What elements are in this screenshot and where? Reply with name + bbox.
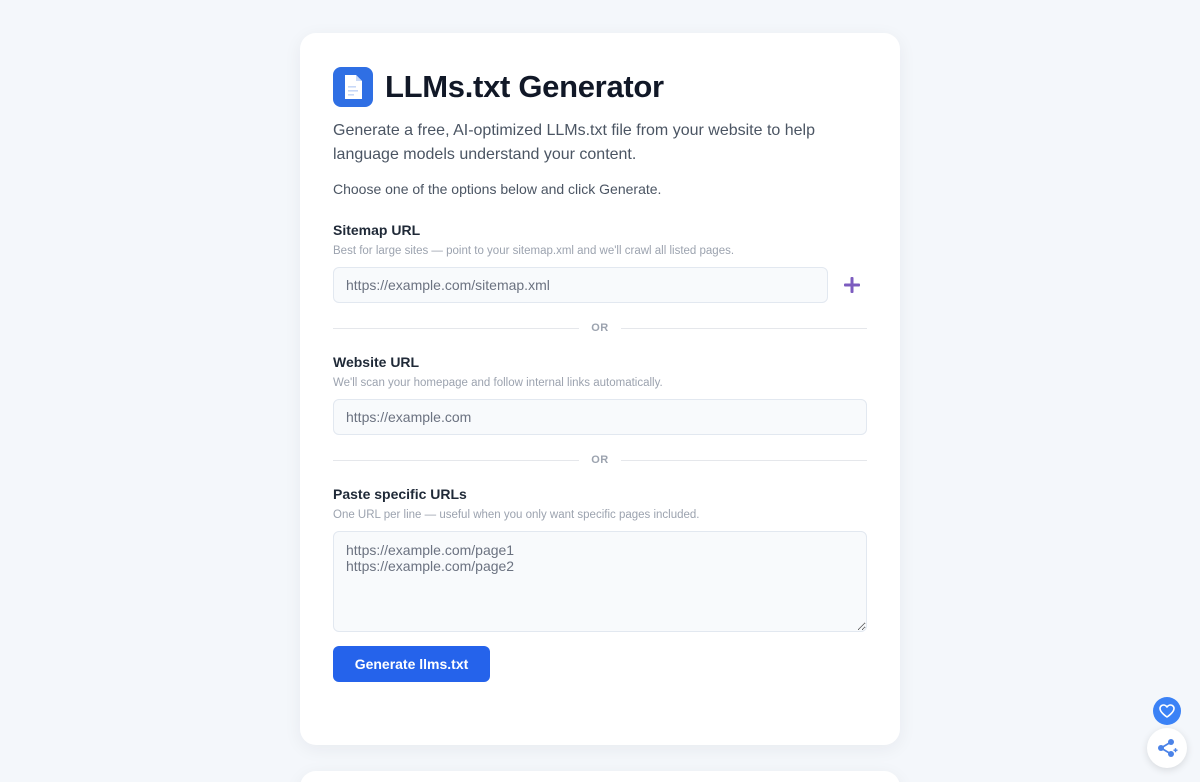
website-url-input[interactable] bbox=[333, 399, 867, 435]
or-label: OR bbox=[591, 454, 609, 466]
generator-card: LLMs.txt Generator Generate a free, AI-o… bbox=[300, 33, 900, 745]
plus-icon bbox=[844, 277, 860, 293]
favorite-button[interactable] bbox=[1153, 697, 1181, 725]
divider-line bbox=[620, 459, 867, 461]
generate-button[interactable]: Generate llms.txt bbox=[333, 646, 490, 682]
urls-textarea[interactable] bbox=[333, 531, 867, 632]
website-label: Website URL bbox=[333, 354, 420, 370]
share-button[interactable] bbox=[1147, 728, 1187, 768]
sitemap-help: Best for large sites — point to your sit… bbox=[333, 245, 735, 257]
divider-line bbox=[333, 459, 580, 461]
website-help: We'll scan your homepage and follow inte… bbox=[333, 377, 663, 389]
sitemap-label: Sitemap URL bbox=[333, 222, 421, 238]
divider-line bbox=[333, 327, 580, 329]
page-title: LLMs.txt Generator bbox=[385, 69, 664, 104]
or-label: OR bbox=[591, 322, 609, 334]
share-icon bbox=[1158, 739, 1178, 757]
sitemap-row bbox=[333, 267, 867, 303]
instructions-text: Choose one of the options below and clic… bbox=[333, 181, 662, 197]
or-divider: OR bbox=[333, 454, 867, 466]
sitemap-section: Sitemap URL Best for large sites — point… bbox=[333, 221, 867, 303]
sitemap-url-input[interactable] bbox=[333, 267, 828, 303]
add-sitemap-button[interactable] bbox=[837, 270, 867, 300]
urls-help: One URL per line — useful when you only … bbox=[333, 509, 700, 521]
divider-line bbox=[620, 327, 867, 329]
urls-label: Paste specific URLs bbox=[333, 486, 467, 502]
website-section: Website URL We'll scan your homepage and… bbox=[333, 353, 867, 435]
document-icon bbox=[333, 67, 373, 107]
heart-icon bbox=[1159, 704, 1175, 718]
urls-section: Paste specific URLs One URL per line — u… bbox=[333, 485, 867, 632]
secondary-card bbox=[300, 771, 900, 782]
or-divider: OR bbox=[333, 322, 867, 334]
intro-text: Generate a free, AI-optimized LLMs.txt f… bbox=[333, 122, 815, 163]
title-row: LLMs.txt Generator bbox=[333, 67, 867, 107]
